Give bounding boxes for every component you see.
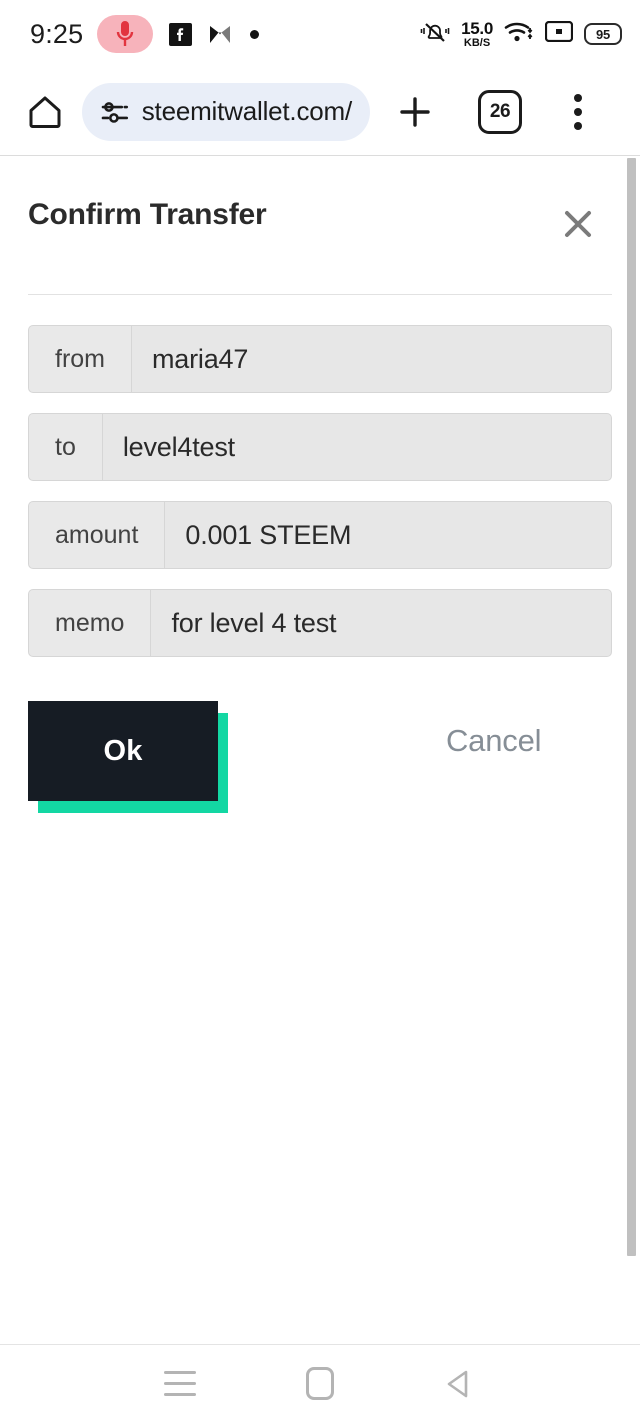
ok-button-wrapper: Ok xyxy=(28,701,228,813)
home-square-icon xyxy=(306,1367,334,1400)
field-row-from: from maria47 xyxy=(28,325,612,393)
phone-screen: 9:25 15.0 KB/S 95 steemitwallet.com/ 26 … xyxy=(0,0,640,1422)
recents-button[interactable] xyxy=(145,1349,215,1419)
url-bar[interactable]: steemitwallet.com/ xyxy=(82,82,370,141)
close-icon xyxy=(565,211,591,237)
home-icon xyxy=(29,96,61,128)
field-value-from: maria47 xyxy=(131,325,612,393)
dialog-header: Confirm Transfer xyxy=(28,184,612,246)
status-bar-clock: 9:25 xyxy=(30,18,84,49)
field-label-from: from xyxy=(28,325,131,393)
tab-switcher-button[interactable]: 26 xyxy=(478,89,522,134)
home-nav-button[interactable] xyxy=(285,1349,355,1419)
home-button[interactable] xyxy=(22,89,68,135)
more-vertical-icon xyxy=(574,93,582,102)
back-triangle-icon xyxy=(447,1370,468,1397)
browser-menu-button[interactable] xyxy=(556,93,600,130)
field-value-memo: for level 4 test xyxy=(150,589,612,657)
new-tab-button[interactable] xyxy=(388,85,442,139)
transfer-details-list: from maria47 to level4test amount 0.001 … xyxy=(28,295,612,657)
field-value-amount: 0.001 STEEM xyxy=(164,501,612,569)
back-nav-button[interactable] xyxy=(425,1349,495,1419)
field-row-amount: amount 0.001 STEEM xyxy=(28,501,612,569)
field-value-to: level4test xyxy=(101,413,612,481)
field-row-memo: memo for level 4 test xyxy=(28,589,612,657)
dot-indicator xyxy=(250,29,260,39)
android-nav-bar xyxy=(0,1344,640,1422)
plus-icon xyxy=(400,96,430,127)
field-label-amount: amount xyxy=(28,501,165,569)
ok-button[interactable]: Ok xyxy=(28,701,218,801)
bell-mute-icon xyxy=(420,19,450,50)
more-vertical-icon-dot2 xyxy=(574,107,582,116)
battery-indicator: 95 xyxy=(584,23,622,45)
browser-toolbar: steemitwallet.com/ 26 xyxy=(0,68,640,155)
battery-percent-label: 95 xyxy=(595,26,611,42)
field-label-memo: memo xyxy=(28,589,151,657)
recents-line-3 xyxy=(164,1393,196,1396)
web-page: Confirm Transfer from maria47 to level4t… xyxy=(0,156,640,831)
close-button[interactable] xyxy=(556,202,600,246)
scrollbar-thumb[interactable] xyxy=(627,158,636,1256)
page-viewport: Confirm Transfer from maria47 to level4t… xyxy=(0,155,640,1344)
dialog-actions: Ok Cancel xyxy=(28,701,612,831)
android-status-bar: 9:25 15.0 KB/S 95 xyxy=(0,0,640,68)
network-speed-indicator: 15.0 KB/S xyxy=(461,20,493,49)
field-label-to: to xyxy=(28,413,102,481)
status-bar-right: 15.0 KB/S 95 xyxy=(420,19,622,50)
microphone-icon xyxy=(117,21,134,46)
status-bar-left: 9:25 xyxy=(30,15,420,53)
more-vertical-icon-dot3 xyxy=(574,121,582,130)
facebook-icon xyxy=(169,22,193,46)
recents-icon xyxy=(164,1371,196,1396)
url-text[interactable]: steemitwallet.com/ xyxy=(142,96,352,127)
wifi-icon xyxy=(504,19,534,49)
cancel-button[interactable]: Cancel xyxy=(446,723,541,759)
page-title: Confirm Transfer xyxy=(28,198,267,231)
recents-line-2 xyxy=(164,1382,196,1385)
tab-count-label: 26 xyxy=(489,100,511,122)
tune-icon xyxy=(101,101,129,123)
sim-card-icon xyxy=(544,20,574,47)
recents-line-1 xyxy=(164,1371,196,1374)
messenger-icon xyxy=(208,23,232,46)
field-row-to: to level4test xyxy=(28,413,612,481)
network-speed-value: 15.0 xyxy=(461,18,493,38)
page-scrollbar[interactable] xyxy=(627,156,640,1344)
network-speed-unit: KB/S xyxy=(463,36,491,49)
microphone-active-pill xyxy=(97,15,154,53)
confirm-transfer-dialog: Confirm Transfer from maria47 to level4t… xyxy=(0,156,640,831)
